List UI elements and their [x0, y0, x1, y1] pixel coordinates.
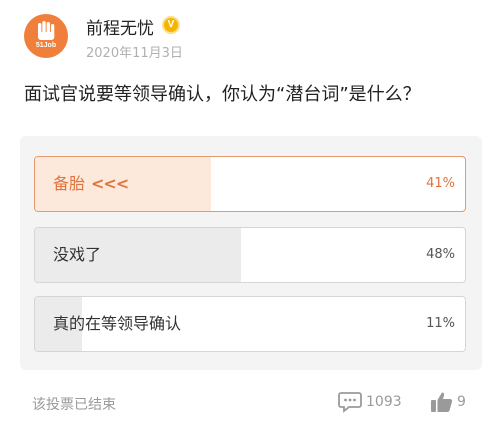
comment-count: 1093 — [366, 394, 402, 410]
verified-icon: V — [162, 16, 180, 34]
selected-marker: <<< — [91, 174, 129, 193]
avatar[interactable]: 51Job — [24, 14, 68, 58]
poll-option[interactable]: 没戏了 48% — [34, 227, 466, 283]
poll-card: 备胎 <<< 41% 没戏了 48% 真的在等领导确认 11% — [20, 136, 482, 370]
post-date: 2020年11月3日 — [86, 46, 183, 61]
poll-option-percent: 11% — [426, 316, 455, 331]
comment-icon[interactable] — [338, 391, 362, 413]
poll-status: 该投票已结束 — [32, 397, 116, 413]
hand-logo-icon — [38, 21, 55, 40]
poll-option-label: 真的在等领导确认 — [53, 314, 182, 333]
thumbs-up-icon[interactable] — [430, 390, 454, 414]
poll-option-percent: 48% — [426, 247, 455, 262]
poll-option[interactable]: 真的在等领导确认 11% — [34, 296, 466, 352]
avatar-logo-text: 51Job — [35, 42, 57, 49]
post-header: 51Job 前程无忧 V 2020年11月3日 — [24, 12, 324, 62]
poll-option[interactable]: 备胎 <<< 41% — [34, 156, 466, 212]
post-footer: 该投票已结束 1093 9 — [0, 386, 500, 422]
poll-option-label: 没戏了 — [53, 245, 102, 264]
poll-option-label: 备胎 — [53, 174, 86, 193]
author-name[interactable]: 前程无忧 — [86, 14, 154, 39]
like-count: 9 — [457, 394, 466, 410]
poll-question: 面试官说要等领导确认，你认为“潜台词”是什么？ — [24, 84, 421, 105]
poll-option-percent: 41% — [426, 176, 455, 191]
